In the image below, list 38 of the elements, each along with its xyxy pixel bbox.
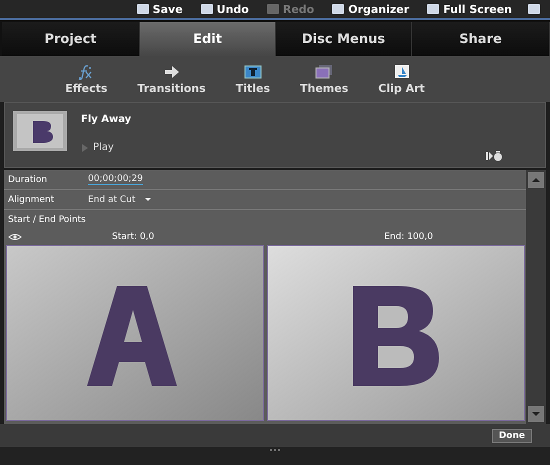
tool-button[interactable]: Effects: [65, 63, 108, 95]
tab[interactable]: Disc Menus: [276, 22, 412, 56]
alignment-dropdown[interactable]: End at Cut: [88, 194, 152, 204]
grip-icon: [269, 448, 281, 452]
caret-icon: [145, 197, 152, 202]
toolbar-icon: [427, 4, 440, 14]
tab[interactable]: Project: [2, 22, 140, 56]
tab[interactable]: Share: [412, 22, 550, 56]
toolbar-icon: [200, 4, 213, 14]
title-icon: [242, 63, 263, 80]
tool-button[interactable]: Clip Art: [378, 63, 425, 95]
play-icon: [81, 142, 89, 152]
field-label: Alignment: [8, 194, 56, 204]
section-title: Start / End Points: [8, 214, 86, 224]
themes-icon: [314, 63, 334, 80]
scroll-down-icon: [528, 406, 544, 422]
tool-button[interactable]: Themes: [300, 63, 348, 95]
scroll-up-icon: [528, 172, 544, 188]
toolbar-button[interactable]: Undo: [198, 2, 251, 16]
toolbar-button[interactable]: Organizer: [330, 2, 412, 16]
duration-field[interactable]: 00;00;00;29: [88, 174, 143, 185]
toolbar-button[interactable]: Save: [134, 2, 185, 16]
tool-button[interactable]: Transitions: [137, 63, 206, 95]
start-value: Start: 0,0: [112, 232, 154, 242]
tool-button[interactable]: Titles: [236, 63, 270, 95]
effect-name: Fly Away: [81, 114, 132, 125]
toolbar-icon: [332, 4, 344, 14]
tab[interactable]: Edit: [140, 22, 276, 56]
field-label: Duration: [8, 174, 48, 184]
toolbar-button[interactable]: Full Screen: [425, 2, 514, 16]
eye-icon: [8, 233, 22, 241]
toolbar-icon: [136, 4, 149, 14]
end-value: End: 100,0: [384, 232, 433, 242]
toolbar-icon: [266, 4, 279, 14]
play-button[interactable]: Play: [81, 142, 132, 153]
timing-icon: [486, 151, 503, 161]
toolbar-icon[interactable]: [528, 4, 540, 14]
done-button[interactable]: Done: [492, 428, 532, 442]
